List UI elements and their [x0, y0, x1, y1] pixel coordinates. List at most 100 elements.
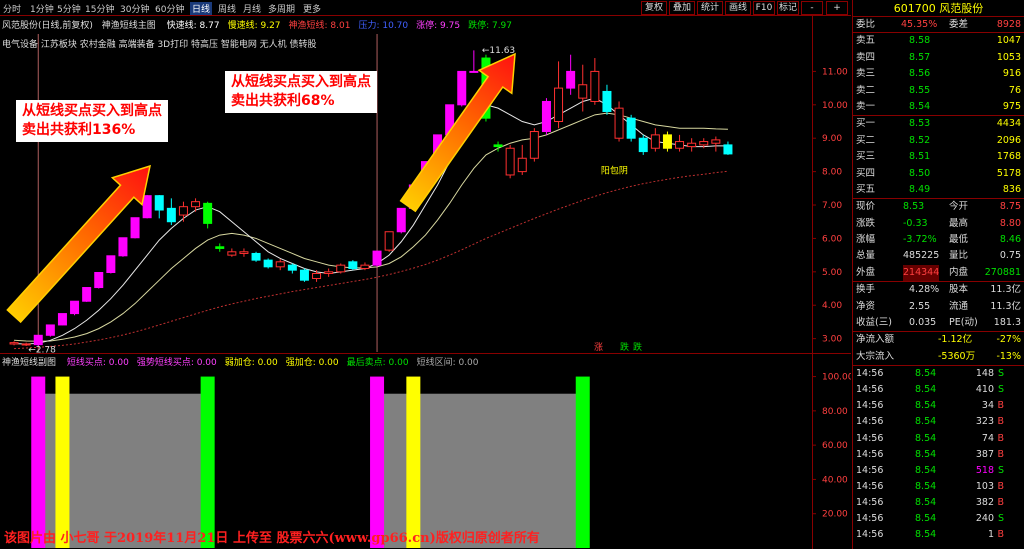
tick-row-8: 14:56 8.54 382 B	[853, 495, 1024, 511]
y-tick-label-7: 4.00	[822, 301, 842, 311]
toolbar-button-2[interactable]: 统计	[697, 1, 723, 15]
ask-row-2[interactable]: 卖三 8.56 916	[853, 66, 1024, 82]
candle[interactable]	[142, 195, 152, 219]
tick-price: 8.54	[915, 513, 937, 525]
toolbar-button-5[interactable]: 标记	[777, 1, 799, 15]
indicator-value-3: 压力: 10.70	[358, 21, 409, 31]
candle[interactable]	[372, 250, 382, 267]
ask-row-0[interactable]: 卖五 8.58 1047	[853, 33, 1024, 49]
tick-price: 8.54	[915, 416, 937, 428]
tick-list[interactable]: 14:56 8.54 148 S 14:56 8.54 410 S 14:56 8.54 34 B 14…	[853, 366, 1024, 543]
bid-row-3[interactable]: 买四 8.50 5178	[853, 166, 1024, 182]
candle-body	[529, 131, 539, 159]
candle[interactable]	[33, 334, 43, 346]
candle[interactable]	[94, 271, 104, 289]
candle[interactable]	[299, 268, 309, 282]
candle[interactable]	[348, 260, 358, 271]
candle[interactable]	[336, 263, 346, 274]
period-tab-4[interactable]: 30分钟	[120, 2, 149, 15]
stat-value: 4.28%	[909, 284, 940, 296]
tick-row-1: 14:56 8.54 410 S	[853, 382, 1024, 398]
candle[interactable]	[662, 131, 672, 152]
stat-label: 今开	[949, 201, 969, 213]
subchart-value-0: 短线买点: 0.00	[66, 358, 129, 368]
tick-direction: B	[997, 400, 1004, 412]
candle-body	[70, 300, 80, 315]
candle[interactable]	[396, 207, 406, 234]
toolbar-button-1[interactable]: 叠加	[669, 1, 695, 15]
candle[interactable]	[541, 98, 551, 135]
fall-marker-2: 跌	[633, 342, 642, 353]
tick-direction: B	[997, 416, 1004, 428]
candle[interactable]	[45, 324, 55, 337]
tick-time: 14:56	[856, 480, 884, 492]
indicator-subchart[interactable]: 100.00 80.00 60.00 40.00 20.00	[0, 354, 851, 549]
candle[interactable]	[82, 287, 92, 302]
bid-row-0[interactable]: 买一 8.53 4434	[853, 116, 1024, 132]
candle[interactable]	[529, 128, 539, 162]
period-tab-7[interactable]: 周线	[218, 2, 236, 15]
stat-value: 270881	[984, 266, 1021, 278]
y-tick-label-3: 8.00	[822, 168, 842, 178]
book-volume: 5178	[996, 167, 1021, 179]
period-tab-2[interactable]: 5分钟	[57, 2, 81, 15]
candle[interactable]	[384, 231, 394, 252]
candle[interactable]	[57, 313, 67, 326]
candle[interactable]	[251, 251, 261, 262]
subchart-value-2: 弱加仓: 0.00	[224, 358, 278, 368]
period-tab-6[interactable]: 日线	[190, 2, 213, 15]
toolbar-button-0[interactable]: 复权	[641, 1, 667, 15]
tick-price: 8.54	[915, 480, 937, 492]
tick-time: 14:56	[856, 400, 884, 412]
candle[interactable]	[70, 300, 80, 316]
period-tab-1[interactable]: 1分钟	[30, 2, 54, 15]
period-tab-3[interactable]: 15分钟	[85, 2, 114, 15]
bid-row-1[interactable]: 买二 8.52 2096	[853, 133, 1024, 149]
tick-volume: 387	[975, 448, 994, 460]
period-tab-0[interactable]: 分时	[3, 2, 21, 15]
candle[interactable]	[638, 134, 648, 155]
tick-time: 14:56	[856, 416, 884, 428]
subchart-value-3: 强加仓: 0.00	[285, 358, 339, 368]
stat-label: PE(动)	[949, 317, 978, 329]
candle-body	[517, 157, 527, 173]
toolbar-button-3[interactable]: 画线	[725, 1, 751, 15]
tick-price: 8.54	[915, 400, 937, 412]
candle[interactable]	[106, 255, 116, 274]
stat-label: 净资	[856, 300, 876, 312]
candle[interactable]	[118, 237, 128, 257]
toolbar-button-6[interactable]: -	[801, 1, 823, 15]
toolbar-button-4[interactable]: F10	[753, 1, 775, 15]
stat-value: 8.46	[999, 234, 1021, 246]
low-price-label: ←2.78	[28, 346, 56, 354]
period-tab-10[interactable]: 更多	[303, 2, 321, 15]
tick-time: 14:56	[856, 464, 884, 476]
candlestick-chart[interactable]: 11.00 10.00 9.00 8.00 7.00 6.00 5.00 4.00 3.00 ←1…	[0, 16, 851, 354]
period-tab-9[interactable]: 多周期	[268, 2, 295, 15]
bid-row-2[interactable]: 买三 8.51 1768	[853, 149, 1024, 165]
tick-volume: 240	[975, 513, 994, 525]
candle[interactable]	[130, 217, 140, 239]
stat-label: 现价	[856, 201, 876, 213]
ask-row-4[interactable]: 卖一 8.54 975	[853, 99, 1024, 115]
bid-row-4[interactable]: 买五 8.49 836	[853, 182, 1024, 198]
ask-row-1[interactable]: 卖四 8.57 1053	[853, 50, 1024, 66]
candle[interactable]	[505, 144, 515, 179]
candle-body	[9, 342, 19, 345]
candle[interactable]	[457, 70, 467, 107]
period-tab-5[interactable]: 60分钟	[155, 2, 184, 15]
toolbar-button-7[interactable]: +	[826, 1, 848, 15]
candle-body	[166, 207, 176, 223]
stat-value: 11.3亿	[990, 284, 1021, 296]
period-tab-8[interactable]: 月线	[243, 2, 261, 15]
candle-body	[638, 137, 648, 153]
ask-row-3[interactable]: 卖二 8.55 76	[853, 83, 1024, 99]
indicator-value-0: 快速线: 8.77	[166, 21, 220, 31]
indicator-name[interactable]: 神渔短线主图	[102, 21, 156, 31]
sector-tags[interactable]: 电气设备 江苏板块 农村金融 高端装备 3D打印 特高压 智能电网 无人机 债转…	[2, 37, 317, 50]
candle[interactable]	[263, 258, 273, 269]
book-price: 8.55	[909, 84, 931, 96]
candle[interactable]	[626, 114, 636, 142]
y-tick-label-5: 6.00	[822, 234, 842, 244]
candle-body	[106, 255, 116, 273]
